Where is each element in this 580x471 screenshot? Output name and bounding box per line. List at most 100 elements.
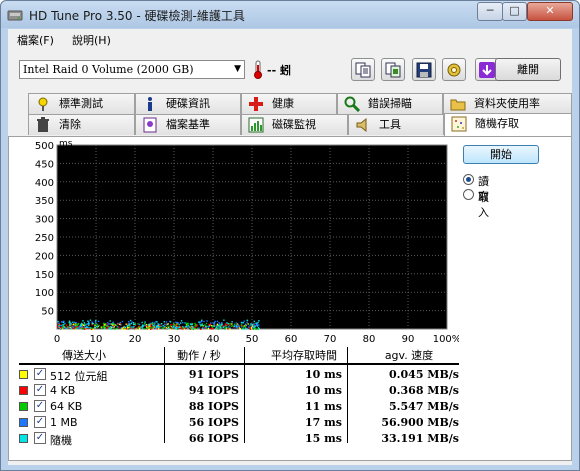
- tab-file-benchmark[interactable]: 檔案基準: [135, 114, 241, 135]
- data-point: [208, 323, 210, 326]
- data-point: [227, 323, 230, 325]
- write-radio[interactable]: [463, 189, 474, 200]
- data-point: [95, 325, 98, 328]
- tab-random-access[interactable]: 隨機存取: [444, 113, 572, 136]
- title-bar[interactable]: HD Tune Pro 3.50 - 硬碟檢測-維護工具 ─ □ ✕: [1, 1, 579, 28]
- tab-drive-info[interactable]: 硬碟資訊: [135, 93, 241, 114]
- data-point: [219, 323, 221, 325]
- data-point: [180, 322, 182, 324]
- menu-help[interactable]: 說明(H): [72, 32, 111, 48]
- data-point: [142, 325, 144, 327]
- exit-button[interactable]: 離開: [495, 58, 561, 81]
- data-point: [74, 325, 76, 327]
- data-point: [177, 322, 180, 324]
- data-point: [218, 325, 220, 327]
- data-point: [82, 328, 84, 330]
- data-point: [160, 323, 163, 325]
- series-checkbox[interactable]: ✓: [34, 432, 46, 444]
- maximize-button[interactable]: □: [502, 2, 527, 21]
- copy-screen-button[interactable]: [381, 58, 405, 81]
- table-row: ✓ 512 位元組 91 IOPS 10 ms 0.045 MB/s: [19, 367, 459, 383]
- drive-select-value: Intel Raid 0 Volume (2000 GB): [23, 63, 194, 76]
- data-point: [182, 326, 184, 328]
- client-area: Intel Raid 0 Volume (2000 GB) ▼ -- 蚓 離開 …: [8, 49, 572, 465]
- data-point: [57, 320, 59, 323]
- data-point: [124, 328, 126, 330]
- tab-error-scan[interactable]: 錯誤掃瞄: [337, 93, 443, 114]
- tab-erase[interactable]: 清除: [28, 114, 135, 135]
- options-button[interactable]: [442, 58, 466, 81]
- menu-file[interactable]: 檔案(F): [17, 32, 54, 48]
- start-button[interactable]: 開始: [463, 145, 539, 164]
- save-button[interactable]: [412, 58, 436, 81]
- data-point: [65, 324, 68, 326]
- series-checkbox[interactable]: ✓: [34, 416, 46, 428]
- close-button[interactable]: ✕: [527, 2, 573, 21]
- data-point: [247, 326, 250, 328]
- data-point: [129, 323, 131, 326]
- data-point: [83, 326, 86, 328]
- data-point: [213, 325, 215, 327]
- data-point: [144, 322, 146, 325]
- data-point: [160, 325, 163, 327]
- tab-disk-monitor[interactable]: 磁碟監視: [241, 114, 348, 135]
- tab-health[interactable]: 健康: [241, 93, 337, 114]
- data-point: [244, 323, 247, 325]
- minimize-button[interactable]: ─: [477, 2, 503, 21]
- tab-benchmark[interactable]: 標準測試: [28, 93, 135, 114]
- drive-select[interactable]: Intel Raid 0 Volume (2000 GB) ▼: [19, 60, 245, 79]
- tab-tools[interactable]: 工具: [348, 114, 444, 135]
- data-point: [250, 323, 252, 325]
- data-point: [110, 325, 112, 328]
- data-point: [72, 323, 74, 326]
- data-point: [92, 322, 95, 325]
- tab-label: 健康: [272, 97, 294, 110]
- data-point: [215, 324, 217, 327]
- data-point: [226, 322, 228, 324]
- series-checkbox[interactable]: ✓: [34, 368, 46, 380]
- data-point: [138, 325, 141, 328]
- data-point: [182, 327, 184, 330]
- y-axis-unit-label: ms: [59, 139, 73, 149]
- y-tick-label: 500: [35, 141, 54, 152]
- read-radio[interactable]: [463, 174, 474, 185]
- tab-label: 工具: [379, 118, 401, 131]
- tab-label: 檔案基準: [166, 118, 210, 131]
- data-point: [167, 325, 169, 327]
- data-point: [112, 326, 114, 328]
- row-speed: 5.547 MB/s: [389, 400, 459, 413]
- erase-icon: [37, 117, 49, 132]
- tab-control: 標準測試 硬碟資訊 健康 錯誤掃瞄 資料夾使用率 清除 檔案基準 磁碟監視 工具…: [8, 93, 572, 465]
- data-point: [72, 321, 74, 323]
- data-point: [180, 328, 183, 330]
- tab-folder-usage[interactable]: 資料夾使用率: [443, 93, 572, 114]
- data-point: [225, 324, 227, 327]
- data-point: [169, 328, 171, 330]
- row-iops: 88 IOPS: [188, 400, 239, 413]
- tools-icon: [356, 117, 367, 133]
- data-point: [201, 319, 203, 321]
- copy-text-button[interactable]: [351, 58, 375, 81]
- series-color-swatch: [19, 370, 28, 379]
- x-tick-label: 0: [54, 334, 60, 343]
- data-point: [215, 327, 217, 330]
- data-point: [241, 328, 244, 330]
- data-point: [108, 327, 110, 329]
- series-checkbox[interactable]: ✓: [34, 400, 46, 412]
- y-tick-label: 100: [35, 288, 54, 299]
- data-point: [156, 321, 158, 323]
- y-tick-label: 400: [35, 178, 54, 189]
- data-point: [63, 320, 65, 322]
- data-point: [126, 324, 129, 327]
- data-point: [223, 319, 225, 321]
- info-icon: [148, 97, 152, 111]
- row-label: 1 MB: [50, 416, 78, 429]
- data-point: [58, 322, 60, 324]
- data-point: [119, 324, 122, 326]
- row-label: 4 KB: [50, 384, 76, 397]
- dropdown-arrow-icon: ▼: [234, 64, 241, 74]
- series-checkbox[interactable]: ✓: [34, 384, 46, 396]
- copy-screen-icon: [385, 62, 401, 78]
- data-point: [106, 324, 109, 326]
- random-access-panel: 500 450 400 350 300 250 200 150 100 50 ms 0 10 20 30 40…: [8, 136, 572, 461]
